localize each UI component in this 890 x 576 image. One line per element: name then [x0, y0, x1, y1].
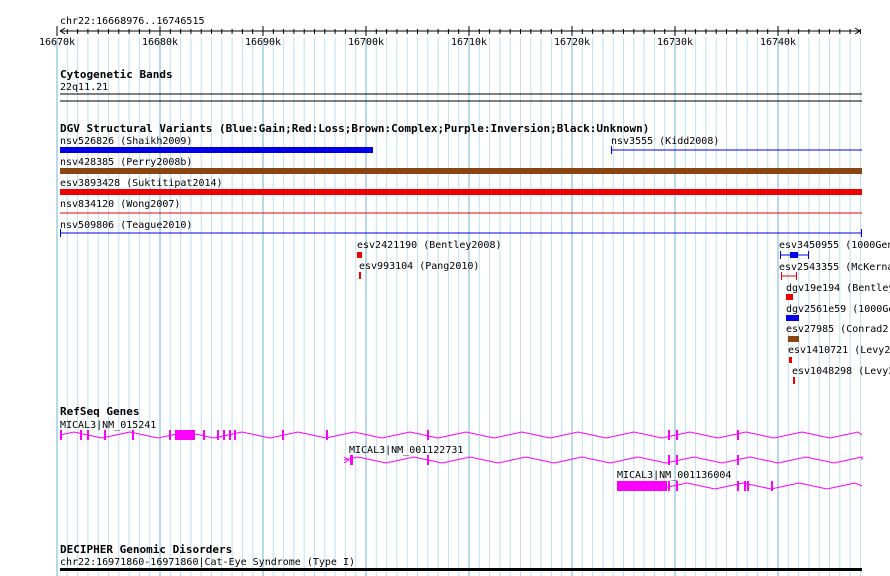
- exon: [104, 430, 106, 440]
- dgv-feature-label: dgv2561e59 (1000Ge: [786, 304, 890, 315]
- exon: [771, 481, 773, 491]
- dgv-feature-label: esv3893428 (Suktitipat2014): [60, 178, 223, 189]
- exon: [223, 430, 225, 440]
- gene-exons: [617, 481, 773, 491]
- exon: [203, 430, 205, 440]
- gene-nm-001136004[interactable]: MICAL3|NM_001136004: [616, 470, 863, 491]
- exon: [737, 481, 739, 491]
- dgv-feature-esv2421190[interactable]: esv2421190 (Bentley2008): [357, 240, 502, 258]
- dgv-feature-esv1410721[interactable]: esv1410721 (Levy2: [788, 345, 890, 363]
- dgv-feature-label: esv27985 (Conrad2: [786, 324, 888, 335]
- exon: [80, 430, 82, 440]
- exon: [737, 430, 739, 440]
- dgv-feature-label: esv1410721 (Levy2: [788, 345, 890, 356]
- dgv-feature-esv2543355[interactable]: esv2543355 (McKerna: [779, 262, 890, 280]
- exon: [175, 430, 195, 440]
- exon: [668, 430, 670, 440]
- ruler-tick-label: 16700k: [348, 37, 384, 48]
- track-canvas: chr22:16668976..16746515 16670k 16680k 166…: [39, 16, 890, 576]
- region-label: chr22:16668976..16746515: [60, 16, 205, 27]
- exon: [668, 481, 670, 491]
- exon: [668, 455, 670, 465]
- dgv-feature-esv3450955[interactable]: esv3450955 (1000Gen: [779, 240, 890, 259]
- exon: [744, 481, 746, 491]
- dgv-feature-label: esv2543355 (McKerna: [779, 262, 890, 273]
- exon: [234, 430, 236, 440]
- dgv-feature-esv1048298[interactable]: esv1048298 (Levy2: [792, 366, 890, 384]
- ruler-tick-label: 16670k: [39, 37, 75, 48]
- dgv-feature-label: nsv526826 (Shaikh2009): [60, 136, 192, 147]
- exon: [427, 455, 429, 465]
- dgv-feature-nsv526826[interactable]: nsv526826 (Shaikh2009): [60, 136, 373, 153]
- decipher-feature-label[interactable]: chr22:16971860-16971860|Cat-Eye Syndrome…: [60, 557, 355, 568]
- exon: [132, 430, 134, 440]
- dgv-feature-esv27985[interactable]: esv27985 (Conrad2: [786, 324, 888, 342]
- dgv-feature-dgv2561e59[interactable]: dgv2561e59 (1000Ge: [786, 304, 890, 321]
- dgv-feature-label: esv2421190 (Bentley2008): [357, 240, 502, 251]
- dgv-feature-label: dgv19e194 (Bentley: [786, 283, 890, 294]
- exon: [676, 430, 678, 440]
- exon: [217, 430, 219, 440]
- cytoband-label: 22q11.21: [60, 82, 108, 93]
- exon: [60, 430, 62, 440]
- exon: [617, 481, 667, 491]
- exon: [87, 430, 89, 440]
- dgv-track-title: DGV Structural Variants (Blue:Gain;Red:L…: [60, 122, 649, 135]
- gene-label: MICAL3|NM_015241: [60, 420, 156, 431]
- decipher-feature-bar[interactable]: [60, 568, 862, 571]
- exon: [747, 481, 749, 491]
- dgv-feature-label: esv3450955 (1000Gen: [779, 240, 890, 251]
- dgv-feature-label: nsv509806 (Teague2010): [60, 220, 192, 231]
- dgv-feature-label: esv993104 (Pang2010): [359, 261, 479, 272]
- gene-exons: [60, 430, 739, 440]
- exon: [676, 481, 678, 491]
- dgv-feature-dgv19e194[interactable]: dgv19e194 (Bentley: [786, 283, 890, 300]
- grid-lines: [56, 38, 861, 576]
- dgv-feature-label: nsv3555 (Kidd2008): [611, 136, 719, 147]
- cytoband-track-title: Cytogenetic Bands: [60, 68, 173, 81]
- exon: [737, 455, 739, 465]
- dgv-feature-label: nsv834120 (Wong2007): [60, 199, 180, 210]
- dgv-feature-label: nsv428385 (Perry2008b): [60, 157, 192, 168]
- ruler-tick-label: 16680k: [142, 37, 178, 48]
- gene-label: MICAL3|NM_001136004: [617, 470, 731, 481]
- ruler-tick-label: 16710k: [451, 37, 487, 48]
- decipher-track: DECIPHER Genomic Disorders chr22:1697186…: [60, 543, 862, 571]
- exon: [350, 455, 353, 465]
- dgv-feature-esv993104[interactable]: esv993104 (Pang2010): [359, 261, 479, 279]
- gene-label: MICAL3|NM_001122731: [349, 445, 463, 456]
- dgv-track: DGV Structural Variants (Blue:Gain;Red:L…: [60, 122, 890, 384]
- dgv-feature-nsv428385[interactable]: nsv428385 (Perry2008b): [60, 157, 862, 174]
- dgv-feature-esv3893428[interactable]: esv3893428 (Suktitipat2014): [60, 178, 862, 195]
- ruler-tick-label: 16720k: [554, 37, 590, 48]
- exon: [169, 430, 171, 440]
- dgv-feature-label: esv1048298 (Levy2: [792, 366, 890, 377]
- genome-browser-view: chr22:16668976..16746515 16670k 16680k 166…: [0, 0, 890, 576]
- ruler-tick-label: 16740k: [760, 37, 796, 48]
- exon: [326, 430, 328, 440]
- exon: [229, 430, 231, 440]
- ruler-tick-label: 16690k: [245, 37, 281, 48]
- ruler-tick-label: 16730k: [657, 37, 693, 48]
- exon: [427, 430, 429, 440]
- exon: [676, 455, 678, 465]
- exon: [282, 430, 284, 440]
- refseq-track-title: RefSeq Genes: [60, 405, 139, 418]
- decipher-track-title: DECIPHER Genomic Disorders: [60, 543, 232, 556]
